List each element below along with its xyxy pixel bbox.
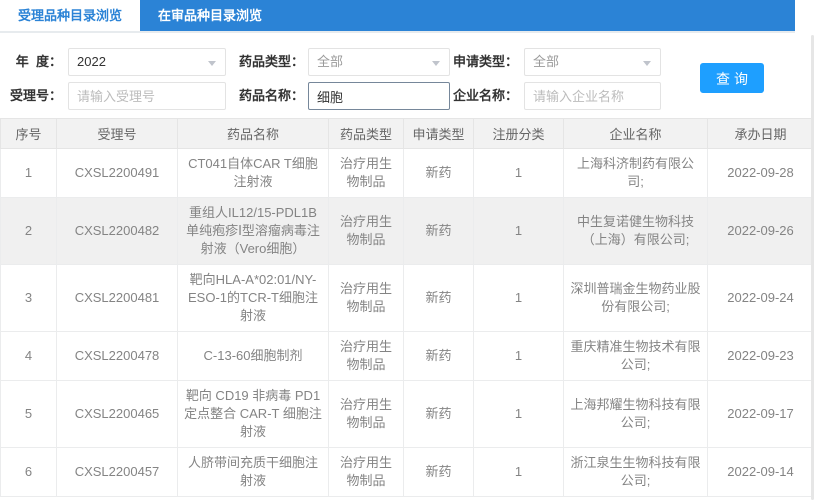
column-header: 受理号 bbox=[57, 119, 178, 149]
chevron-down-icon bbox=[643, 61, 651, 66]
table-cell: CXSL2200457 bbox=[57, 448, 178, 497]
table-cell: 4 bbox=[1, 332, 57, 381]
application-type-select-value: 全部 bbox=[533, 49, 652, 75]
table-cell: 1 bbox=[474, 448, 564, 497]
chevron-down-icon bbox=[208, 61, 216, 66]
table-cell: 6 bbox=[1, 448, 57, 497]
tab-accepted-catalog[interactable]: 受理品种目录浏览 bbox=[0, 0, 140, 31]
results-table: 序号受理号药品名称药品类型申请类型注册分类企业名称承办日期 1CXSL22004… bbox=[0, 118, 814, 497]
table-cell: 1 bbox=[474, 381, 564, 448]
table-body: 1CXSL2200491CT041自体CAR T细胞注射液治疗用生物制品新药1上… bbox=[1, 149, 814, 497]
table-row[interactable]: 1CXSL2200491CT041自体CAR T细胞注射液治疗用生物制品新药1上… bbox=[1, 149, 814, 198]
page: 受理品种目录浏览 在审品种目录浏览 年 度： 2022 药品类型： 全部 申请类… bbox=[0, 0, 818, 500]
table-cell: 上海科济制药有限公司; bbox=[564, 149, 708, 198]
chevron-down-icon bbox=[432, 61, 440, 66]
table-cell: 治疗用生物制品 bbox=[329, 448, 404, 497]
table-cell: CXSL2200478 bbox=[57, 332, 178, 381]
application-type-select[interactable]: 全部 bbox=[524, 48, 661, 76]
table-cell: 新药 bbox=[404, 149, 474, 198]
table-cell: 新药 bbox=[404, 448, 474, 497]
table-cell: 2022-09-17 bbox=[708, 381, 814, 448]
year-select-value: 2022 bbox=[77, 49, 217, 75]
acceptance-no-input[interactable] bbox=[68, 82, 226, 110]
search-form: 年 度： 2022 药品类型： 全部 申请类型： 全部 受理号： 药品名称： 企… bbox=[0, 33, 795, 118]
table-cell: 2022-09-24 bbox=[708, 265, 814, 332]
table-cell: 1 bbox=[474, 265, 564, 332]
table-cell: 新药 bbox=[404, 198, 474, 265]
acceptance-no-label: 受理号： bbox=[0, 82, 62, 110]
column-header: 注册分类 bbox=[474, 119, 564, 149]
drug-type-label: 药品类型： bbox=[236, 48, 304, 76]
table-row[interactable]: 6CXSL2200457人脐带间充质干细胞注射液治疗用生物制品新药1浙江泉生生物… bbox=[1, 448, 814, 497]
drug-type-select[interactable]: 全部 bbox=[308, 48, 450, 76]
table-cell: CXSL2200491 bbox=[57, 149, 178, 198]
table-cell: C-13-60细胞制剂 bbox=[178, 332, 329, 381]
table-cell: CT041自体CAR T细胞注射液 bbox=[178, 149, 329, 198]
table-cell: 新药 bbox=[404, 332, 474, 381]
drug-name-input[interactable] bbox=[308, 82, 450, 110]
table-cell: 治疗用生物制品 bbox=[329, 381, 404, 448]
year-select[interactable]: 2022 bbox=[68, 48, 226, 76]
table-row[interactable]: 5CXSL2200465靶向 CD19 非病毒 PD1 定点整合 CAR-T 细… bbox=[1, 381, 814, 448]
table-cell: 5 bbox=[1, 381, 57, 448]
tab-bar: 受理品种目录浏览 在审品种目录浏览 bbox=[0, 0, 795, 31]
table-cell: 人脐带间充质干细胞注射液 bbox=[178, 448, 329, 497]
table-cell: 2 bbox=[1, 198, 57, 265]
table-cell: CXSL2200481 bbox=[57, 265, 178, 332]
drug-name-label: 药品名称： bbox=[236, 82, 304, 110]
table-cell: 1 bbox=[474, 332, 564, 381]
table-cell: 靶向HLA-A*02:01/NY-ESO-1的TCR-T细胞注射液 bbox=[178, 265, 329, 332]
column-header: 申请类型 bbox=[404, 119, 474, 149]
table-cell: 治疗用生物制品 bbox=[329, 198, 404, 265]
table-header-row: 序号受理号药品名称药品类型申请类型注册分类企业名称承办日期 bbox=[1, 119, 814, 149]
year-label: 年 度： bbox=[0, 48, 62, 76]
column-header: 承办日期 bbox=[708, 119, 814, 149]
table-cell: CXSL2200465 bbox=[57, 381, 178, 448]
table-cell: 2022-09-26 bbox=[708, 198, 814, 265]
form-row-2: 受理号： 药品名称： 企业名称： bbox=[0, 82, 795, 110]
table-cell: 2022-09-28 bbox=[708, 149, 814, 198]
table-cell: 新药 bbox=[404, 265, 474, 332]
table-row[interactable]: 2CXSL2200482重组人IL12/15-PDL1B单纯疱疹Ⅰ型溶瘤病毒注射… bbox=[1, 198, 814, 265]
table-cell: 上海邦耀生物科技有限公司; bbox=[564, 381, 708, 448]
drug-type-select-value: 全部 bbox=[317, 49, 441, 75]
column-header: 药品类型 bbox=[329, 119, 404, 149]
search-button[interactable]: 查询 bbox=[700, 63, 764, 93]
column-header: 企业名称 bbox=[564, 119, 708, 149]
form-row-1: 年 度： 2022 药品类型： 全部 申请类型： 全部 bbox=[0, 48, 795, 76]
table-cell: 重组人IL12/15-PDL1B单纯疱疹Ⅰ型溶瘤病毒注射液（Vero细胞） bbox=[178, 198, 329, 265]
table-cell: 2022-09-14 bbox=[708, 448, 814, 497]
table-cell: 重庆精准生物技术有限公司; bbox=[564, 332, 708, 381]
results-table-wrap: 序号受理号药品名称药品类型申请类型注册分类企业名称承办日期 1CXSL22004… bbox=[0, 118, 813, 497]
table-cell: 浙江泉生生物科技有限公司; bbox=[564, 448, 708, 497]
table-cell: 3 bbox=[1, 265, 57, 332]
column-header: 药品名称 bbox=[178, 119, 329, 149]
table-cell: CXSL2200482 bbox=[57, 198, 178, 265]
table-cell: 治疗用生物制品 bbox=[329, 332, 404, 381]
table-row[interactable]: 3CXSL2200481靶向HLA-A*02:01/NY-ESO-1的TCR-T… bbox=[1, 265, 814, 332]
scrollbar[interactable] bbox=[811, 35, 814, 500]
table-cell: 治疗用生物制品 bbox=[329, 149, 404, 198]
table-cell: 2022-09-23 bbox=[708, 332, 814, 381]
company-name-input[interactable] bbox=[524, 82, 661, 110]
table-cell: 中生复诺健生物科技（上海）有限公司; bbox=[564, 198, 708, 265]
table-cell: 治疗用生物制品 bbox=[329, 265, 404, 332]
tab-under-review-catalog[interactable]: 在审品种目录浏览 bbox=[140, 0, 280, 31]
table-cell: 1 bbox=[474, 198, 564, 265]
table-row[interactable]: 4CXSL2200478C-13-60细胞制剂治疗用生物制品新药1重庆精准生物技… bbox=[1, 332, 814, 381]
company-name-label: 企业名称： bbox=[450, 82, 518, 110]
table-cell: 1 bbox=[1, 149, 57, 198]
table-cell: 1 bbox=[474, 149, 564, 198]
table-cell: 靶向 CD19 非病毒 PD1 定点整合 CAR-T 细胞注射液 bbox=[178, 381, 329, 448]
column-header: 序号 bbox=[1, 119, 57, 149]
application-type-label: 申请类型： bbox=[450, 48, 518, 76]
table-cell: 深圳普瑞金生物药业股份有限公司; bbox=[564, 265, 708, 332]
table-cell: 新药 bbox=[404, 381, 474, 448]
